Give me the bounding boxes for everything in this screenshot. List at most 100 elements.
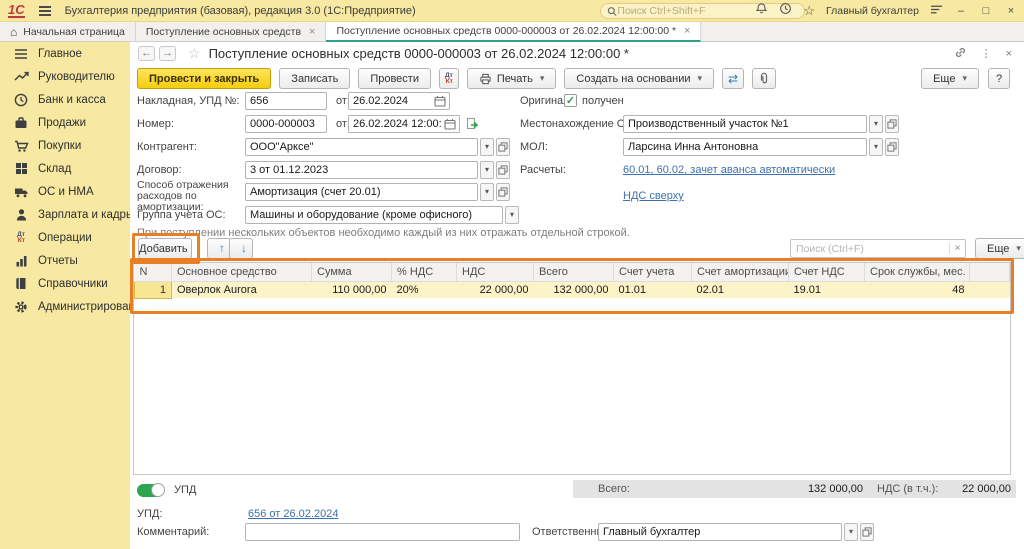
upd-document-link[interactable]: 656 от 26.02.2024	[248, 505, 338, 523]
open-item-icon[interactable]	[496, 138, 510, 156]
comment-input[interactable]	[245, 523, 520, 541]
attachments-paperclip-icon[interactable]	[752, 68, 776, 89]
chevron-down-icon[interactable]: ▾	[505, 206, 519, 224]
history-icon[interactable]	[779, 0, 792, 22]
location-input[interactable]	[623, 115, 867, 133]
table-search[interactable]: ×	[790, 239, 966, 258]
tab-receipt-list[interactable]: Поступление основных средств ×	[136, 22, 327, 42]
edo-exchange-icon[interactable]: ⇄	[722, 68, 744, 89]
chevron-down-icon[interactable]: ▾	[480, 183, 494, 201]
tab-receipt-document[interactable]: Поступление основных средств 0000-000003…	[326, 22, 701, 42]
tab-home-label: Начальная страница	[23, 26, 125, 38]
number-input[interactable]	[245, 115, 327, 133]
section-sidebar: Главное Руководителю Банк и касса Продаж…	[0, 42, 130, 549]
person-icon	[13, 207, 29, 222]
print-button[interactable]: Печать▾	[467, 68, 557, 89]
dt-kt-postings-button[interactable]: ДтКт	[439, 68, 459, 89]
sidebar-item-purchases[interactable]: Покупки	[0, 134, 130, 157]
sidebar-item-administration[interactable]: Администрирование	[0, 295, 130, 318]
table-header-row: N Основное средство Сумма % НДС НДС Всег…	[135, 263, 1010, 281]
vat-mode-link[interactable]: НДС сверху	[623, 187, 684, 205]
sidebar-item-main[interactable]: Главное	[0, 42, 130, 65]
form-more-button[interactable]: Еще▾	[921, 68, 979, 89]
mol-input[interactable]	[623, 138, 867, 156]
move-row-up-button[interactable]: ↑	[207, 238, 231, 259]
table-row[interactable]: 1 Оверлок Aurora 110 000,00 20% 22 000,0…	[135, 281, 1010, 298]
menu-lines-icon	[13, 46, 29, 61]
totals-bar: Всего: 132 000,00 НДС (в т.ч.): 22 000,0…	[573, 480, 1016, 498]
bar-chart-icon	[13, 253, 29, 268]
table-more-button[interactable]: Еще▾	[975, 238, 1024, 259]
original-checkbox[interactable]: ✓	[564, 94, 577, 107]
nav-back-button[interactable]: ←	[138, 46, 155, 61]
sidebar-item-manager[interactable]: Руководителю	[0, 65, 130, 88]
mol-label: МОЛ:	[520, 138, 548, 156]
chevron-down-icon[interactable]: ▾	[869, 138, 883, 156]
window-maximize-button[interactable]: □	[979, 5, 993, 17]
favorite-star-icon[interactable]: ☆	[188, 45, 201, 62]
favorites-star-icon[interactable]: ☆	[803, 0, 815, 22]
os-group-input[interactable]	[245, 206, 503, 224]
truck-icon	[13, 184, 29, 199]
sidebar-item-payroll-hr[interactable]: Зарплата и кадры	[0, 203, 130, 226]
table-search-input[interactable]	[791, 243, 949, 255]
main-menu-icon[interactable]	[39, 4, 51, 18]
current-user[interactable]: Главный бухгалтер	[826, 5, 919, 17]
sidebar-item-fixed-assets[interactable]: ОС и НМА	[0, 180, 130, 203]
os-group-label: Группа учета ОС:	[137, 206, 226, 224]
location-label: Местонахождение ОС:	[520, 115, 636, 133]
calendar-icon[interactable]	[444, 118, 456, 133]
tab-close-icon[interactable]: ×	[309, 26, 315, 38]
counterparty-input[interactable]	[245, 138, 478, 156]
upd-toggle-label: УПД	[174, 481, 196, 499]
responsible-input[interactable]	[598, 523, 842, 541]
printer-icon	[479, 73, 492, 85]
calendar-icon[interactable]	[434, 95, 446, 110]
create-on-basis-button[interactable]: Создать на основании▾	[564, 68, 714, 89]
number-label: Номер:	[137, 115, 174, 133]
chevron-down-icon[interactable]: ▾	[869, 115, 883, 133]
more-dots-icon[interactable]: ⋮	[981, 47, 992, 60]
chevron-down-icon[interactable]: ▾	[844, 523, 858, 541]
service-settings-icon[interactable]	[930, 0, 943, 22]
add-row-button[interactable]: Добавить	[138, 238, 192, 259]
document-title: Поступление основных средств 0000-000003…	[209, 46, 629, 61]
upd-toggle[interactable]	[137, 483, 165, 497]
open-item-icon[interactable]	[496, 161, 510, 179]
help-button[interactable]: ?	[988, 68, 1010, 89]
chevron-down-icon[interactable]: ▾	[480, 138, 494, 156]
clear-search-icon[interactable]: ×	[949, 243, 965, 254]
chevron-down-icon[interactable]: ▾	[480, 161, 494, 179]
nav-forward-button[interactable]: →	[159, 46, 176, 61]
open-item-icon[interactable]	[885, 138, 899, 156]
contract-input[interactable]	[245, 161, 478, 179]
settlements-link[interactable]: 60.01, 60.02, зачет аванса автоматически	[623, 161, 835, 179]
form-close-icon[interactable]: ×	[1006, 48, 1012, 60]
open-item-icon[interactable]	[860, 523, 874, 541]
tab-home[interactable]: ⌂ Начальная страница	[0, 22, 136, 42]
sidebar-item-sales[interactable]: Продажи	[0, 111, 130, 134]
save-button[interactable]: Записать	[279, 68, 350, 89]
sidebar-item-warehouse[interactable]: Склад	[0, 157, 130, 180]
window-close-button[interactable]: ×	[1004, 5, 1018, 17]
sidebar-item-reports[interactable]: Отчеты	[0, 249, 130, 272]
post-button[interactable]: Провести	[358, 68, 431, 89]
invoice-number-label: Накладная, УПД №:	[137, 92, 239, 110]
trend-arrow-icon	[13, 69, 29, 84]
move-row-down-button[interactable]: ↓	[229, 238, 253, 259]
sidebar-item-bank-cash[interactable]: Банк и касса	[0, 88, 130, 111]
dt-kt-icon: ДтКт	[13, 230, 29, 245]
sidebar-item-directories[interactable]: Справочники	[0, 272, 130, 295]
depreciation-method-input[interactable]	[245, 183, 478, 201]
invoice-number-input[interactable]	[245, 92, 327, 110]
total-value: 132 000,00	[733, 480, 863, 498]
open-item-icon[interactable]	[885, 115, 899, 133]
tab-close-icon[interactable]: ×	[684, 25, 690, 37]
get-link-icon[interactable]	[954, 46, 967, 62]
sidebar-item-operations[interactable]: ДтКт Операции	[0, 226, 130, 249]
window-minimize-button[interactable]: –	[954, 5, 968, 17]
post-and-close-button[interactable]: Провести и закрыть	[137, 68, 271, 89]
set-time-fill-icon[interactable]	[466, 117, 480, 134]
open-item-icon[interactable]	[496, 183, 510, 201]
notifications-bell-icon[interactable]	[755, 0, 768, 22]
